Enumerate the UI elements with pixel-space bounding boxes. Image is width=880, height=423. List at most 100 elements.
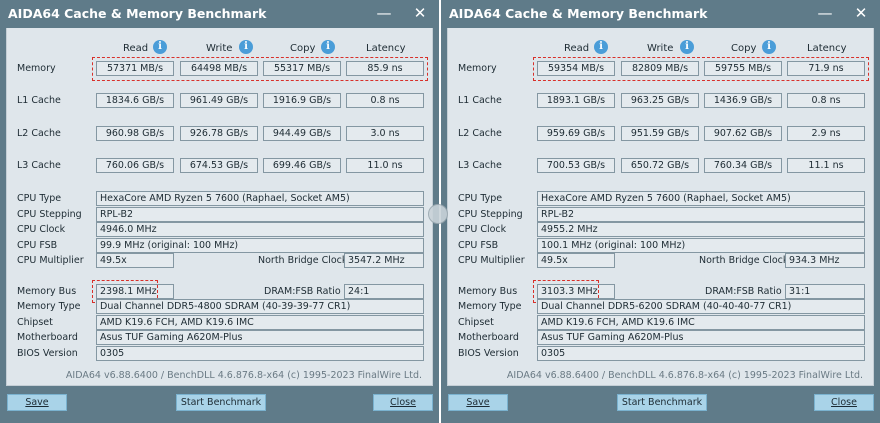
header-read: Read: [123, 43, 149, 54]
benchmark-window-2: AIDA64 Cache & Memory Benchmark — ✕ Read…: [441, 0, 880, 423]
start-benchmark-button[interactable]: Start Benchmark: [176, 394, 266, 411]
row-label-l3: L3 Cache: [17, 160, 61, 171]
l1-read-value: 1893.1 GB/s: [537, 93, 615, 108]
close-button[interactable]: Close: [814, 394, 874, 411]
row-label-l1: L1 Cache: [458, 95, 502, 106]
cpu-multiplier-value: 49.5x: [96, 253, 174, 268]
memory-write-value: 64498 MB/s: [180, 61, 258, 76]
dram-ratio-label: DRAM:FSB Ratio: [264, 286, 341, 297]
row-label-l3: L3 Cache: [458, 160, 502, 171]
header-write: Write: [647, 43, 674, 54]
motherboard-value: Asus TUF Gaming A620M-Plus: [537, 330, 865, 345]
l1-latency-value: 0.8 ns: [346, 93, 424, 108]
nb-clock-value: 3547.2 MHz: [344, 253, 424, 268]
bios-label: BIOS Version: [458, 348, 519, 359]
header-copy: Copy: [731, 43, 757, 54]
title-bar[interactable]: AIDA64 Cache & Memory Benchmark — ✕: [441, 0, 880, 28]
memory-latency-value: 71.9 ns: [787, 61, 865, 76]
nb-clock-label: North Bridge Clock: [258, 255, 348, 266]
start-benchmark-button[interactable]: Start Benchmark: [617, 394, 707, 411]
l3-copy-value: 699.46 GB/s: [263, 158, 341, 173]
dram-ratio-value: 31:1: [785, 284, 865, 299]
l3-write-value: 650.72 GB/s: [621, 158, 699, 173]
cpu-fsb-value: 99.9 MHz (original: 100 MHz): [96, 238, 424, 253]
cpu-stepping-label: CPU Stepping: [17, 209, 82, 220]
minimize-icon[interactable]: —: [815, 4, 835, 22]
cpu-clock-value: 4946.0 MHz: [96, 222, 424, 237]
nb-clock-value: 934.3 MHz: [785, 253, 865, 268]
memory-bus-label: Memory Bus: [17, 286, 77, 297]
l2-read-value: 960.98 GB/s: [96, 126, 174, 141]
title-bar[interactable]: AIDA64 Cache & Memory Benchmark — ✕: [0, 0, 439, 28]
save-button[interactable]: Save: [448, 394, 508, 411]
save-label: Save: [466, 397, 490, 408]
chipset-value: AMD K19.6 FCH, AMD K19.6 IMC: [537, 315, 865, 330]
l1-latency-value: 0.8 ns: [787, 93, 865, 108]
memory-read-value: 59354 MB/s: [537, 61, 615, 76]
l1-write-value: 963.25 GB/s: [621, 93, 699, 108]
cpu-fsb-label: CPU FSB: [17, 240, 58, 251]
row-label-memory: Memory: [17, 63, 56, 74]
window-title: AIDA64 Cache & Memory Benchmark: [449, 6, 708, 21]
info-icon[interactable]: i: [153, 40, 167, 54]
start-label: Start Benchmark: [621, 397, 703, 408]
results-panel: Read i Write i Copy i Latency Memory 573…: [6, 28, 433, 386]
bios-label: BIOS Version: [17, 348, 78, 359]
save-button[interactable]: Save: [7, 394, 67, 411]
l2-read-value: 959.69 GB/s: [537, 126, 615, 141]
memory-bus-value: 3103.3 MHz: [537, 284, 615, 299]
info-icon[interactable]: i: [594, 40, 608, 54]
l3-read-value: 760.06 GB/s: [96, 158, 174, 173]
header-latency: Latency: [366, 43, 406, 54]
save-label: Save: [25, 397, 49, 408]
l3-write-value: 674.53 GB/s: [180, 158, 258, 173]
l3-latency-value: 11.1 ns: [787, 158, 865, 173]
l2-write-value: 926.78 GB/s: [180, 126, 258, 141]
close-button[interactable]: Close: [373, 394, 433, 411]
cpu-multiplier-value: 49.5x: [537, 253, 615, 268]
header-read: Read: [564, 43, 590, 54]
memory-latency-value: 85.9 ns: [346, 61, 424, 76]
memory-type-label: Memory Type: [458, 301, 522, 312]
info-icon[interactable]: i: [762, 40, 776, 54]
info-icon[interactable]: i: [321, 40, 335, 54]
cpu-type-value: HexaCore AMD Ryzen 5 7600 (Raphael, Sock…: [96, 191, 424, 206]
cpu-stepping-value: RPL-B2: [537, 207, 865, 222]
l2-latency-value: 3.0 ns: [346, 126, 424, 141]
nb-clock-label: North Bridge Clock: [699, 255, 789, 266]
memory-bus-label: Memory Bus: [458, 286, 518, 297]
row-label-l1: L1 Cache: [17, 95, 61, 106]
memory-write-value: 82809 MB/s: [621, 61, 699, 76]
bios-value: 0305: [537, 346, 865, 361]
close-icon[interactable]: ✕: [851, 4, 871, 22]
motherboard-label: Motherboard: [17, 332, 78, 343]
info-icon[interactable]: i: [239, 40, 253, 54]
minimize-icon[interactable]: —: [374, 4, 394, 22]
memory-bus-value: 2398.1 MHz: [96, 284, 174, 299]
close-label: Close: [390, 397, 416, 408]
chipset-value: AMD K19.6 FCH, AMD K19.6 IMC: [96, 315, 424, 330]
benchmark-window-1: AIDA64 Cache & Memory Benchmark — ✕ Read…: [0, 0, 439, 423]
l1-copy-value: 1916.9 GB/s: [263, 93, 341, 108]
cpu-clock-label: CPU Clock: [458, 224, 507, 235]
cpu-type-label: CPU Type: [458, 193, 503, 204]
close-label: Close: [831, 397, 857, 408]
l2-copy-value: 944.49 GB/s: [263, 126, 341, 141]
header-latency: Latency: [807, 43, 847, 54]
start-label: Start Benchmark: [180, 397, 262, 408]
memory-copy-value: 59755 MB/s: [704, 61, 782, 76]
l1-copy-value: 1436.9 GB/s: [704, 93, 782, 108]
memory-read-value: 57371 MB/s: [96, 61, 174, 76]
motherboard-value: Asus TUF Gaming A620M-Plus: [96, 330, 424, 345]
close-icon[interactable]: ✕: [410, 4, 430, 22]
memory-copy-value: 55317 MB/s: [263, 61, 341, 76]
cpu-stepping-value: RPL-B2: [96, 207, 424, 222]
chipset-label: Chipset: [17, 317, 53, 328]
header-copy: Copy: [290, 43, 316, 54]
results-panel: Read i Write i Copy i Latency Memory 593…: [447, 28, 874, 386]
memory-type-label: Memory Type: [17, 301, 81, 312]
motherboard-label: Motherboard: [458, 332, 519, 343]
l3-latency-value: 11.0 ns: [346, 158, 424, 173]
dram-ratio-label: DRAM:FSB Ratio: [705, 286, 782, 297]
info-icon[interactable]: i: [680, 40, 694, 54]
